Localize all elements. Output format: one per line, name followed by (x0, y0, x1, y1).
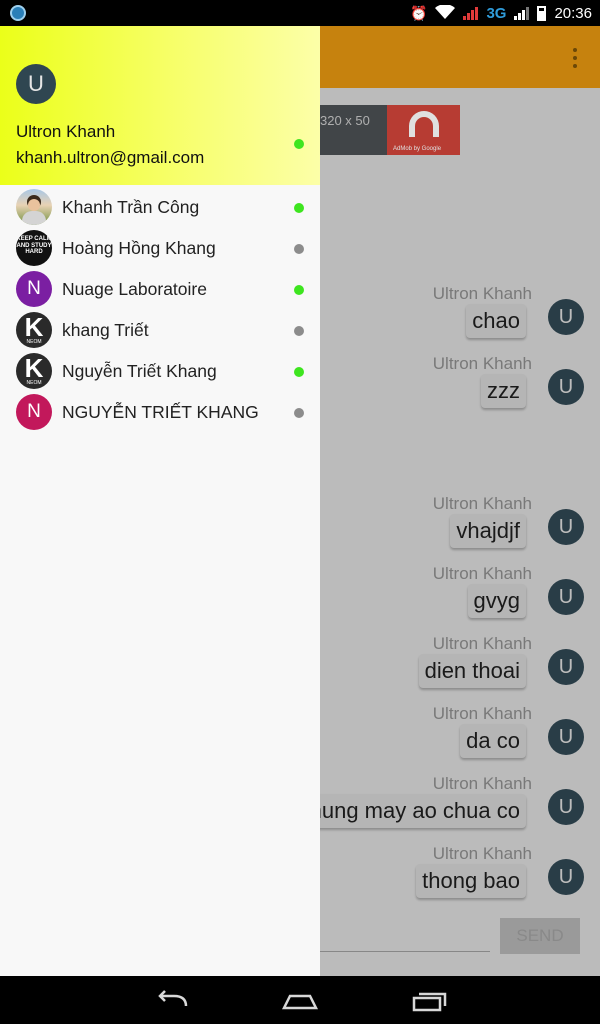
contact-name: NGUYỄN TRIẾT KHANG (62, 402, 259, 422)
online-status-dot (294, 285, 304, 295)
user-avatar[interactable]: U (16, 64, 56, 104)
contact-item[interactable]: K NEOM khang Triết (0, 310, 320, 351)
contact-name: Khanh Trần Công (62, 197, 200, 217)
wifi-icon (435, 3, 456, 22)
contact-neom-avatar: K NEOM (16, 353, 52, 389)
drawer-header: U Ultron Khanh khanh.ultron@gmail.com (0, 26, 320, 185)
clock: 20:36 (554, 4, 592, 22)
contact-list: Khanh Trần Công KEEP CALM AND STUDY HARD… (0, 187, 320, 433)
status-icons: ⏰ 3G 20:36 (410, 0, 592, 26)
online-status-dot (294, 139, 304, 149)
system-navigation-bar (0, 976, 600, 1024)
user-email: khanh.ultron@gmail.com (16, 148, 205, 167)
offline-status-dot (294, 244, 304, 254)
contact-photo-avatar (16, 189, 52, 225)
contact-letter-avatar: N (16, 271, 52, 307)
contact-neom-avatar: K NEOM (16, 312, 52, 348)
contact-item[interactable]: K NEOM Nguyễn Triết Khang (0, 351, 320, 392)
contact-name: khang Triết (62, 320, 149, 340)
signal-bars-sim1-icon (463, 6, 479, 20)
online-status-dot (294, 367, 304, 377)
alarm-icon: ⏰ (410, 4, 428, 21)
online-status-dot (294, 203, 304, 213)
contact-name: Nguyễn Triết Khang (62, 361, 217, 381)
contact-keep-calm-avatar: KEEP CALM AND STUDY HARD (16, 230, 52, 266)
signal-bars-icon (514, 6, 530, 20)
navigation-drawer: U Ultron Khanh khanh.ultron@gmail.com Kh… (0, 26, 320, 976)
contact-name: Hoàng Hồng Khang (62, 238, 216, 258)
offline-status-dot (294, 326, 304, 336)
back-icon[interactable] (152, 986, 192, 1014)
contact-item[interactable]: Khanh Trần Công (0, 187, 320, 228)
contact-name: Nuage Laboratoire (62, 279, 207, 299)
offline-status-dot (294, 408, 304, 418)
network-type: 3G (486, 4, 507, 22)
contact-letter-avatar: N (16, 394, 52, 430)
contact-item[interactable]: N Nuage Laboratoire (0, 269, 320, 310)
contact-item[interactable]: KEEP CALM AND STUDY HARD Hoàng Hồng Khan… (0, 228, 320, 269)
contact-item[interactable]: N NGUYỄN TRIẾT KHANG (0, 392, 320, 433)
notification-app-icon (10, 5, 26, 21)
recent-apps-icon[interactable] (410, 986, 450, 1014)
home-icon[interactable] (280, 986, 320, 1014)
user-name: Ultron Khanh (16, 122, 116, 141)
battery-icon (537, 5, 547, 21)
status-bar: ⏰ 3G 20:36 (0, 0, 600, 26)
